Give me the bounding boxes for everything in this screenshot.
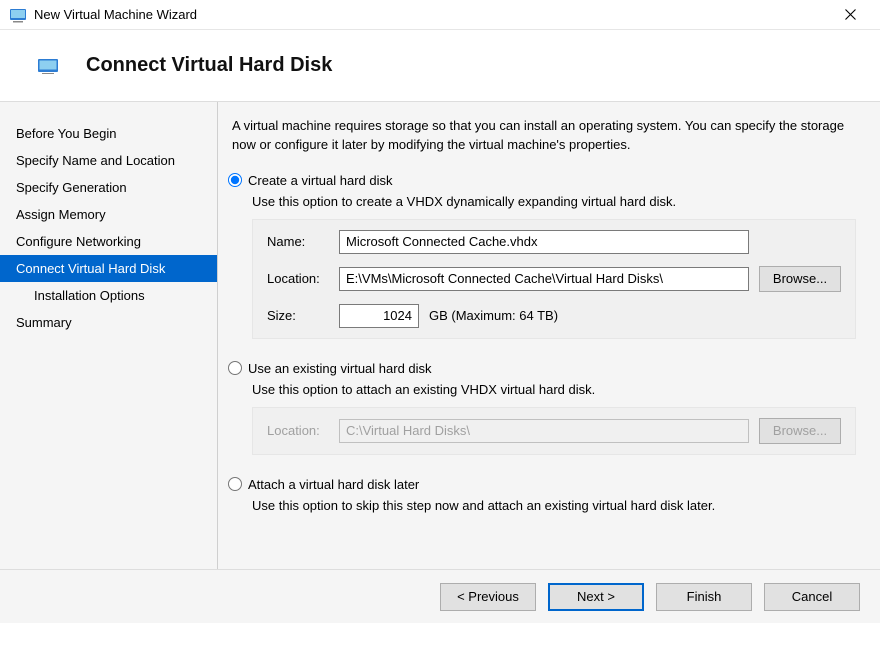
previous-button[interactable]: < Previous xyxy=(440,583,536,611)
step-summary[interactable]: Summary xyxy=(0,309,217,336)
cancel-button[interactable]: Cancel xyxy=(764,583,860,611)
radio-attach-later-label[interactable]: Attach a virtual hard disk later xyxy=(248,477,419,492)
existing-location-label: Location: xyxy=(267,423,329,438)
option-existing-vhd: Use an existing virtual hard disk Use th… xyxy=(228,361,856,455)
finish-button[interactable]: Finish xyxy=(656,583,752,611)
vhd-size-input[interactable] xyxy=(339,304,419,328)
step-specify-name[interactable]: Specify Name and Location xyxy=(0,147,217,174)
attach-later-desc: Use this option to skip this step now an… xyxy=(252,498,856,513)
page-title: Connect Virtual Hard Disk xyxy=(86,54,332,77)
step-connect-vhd[interactable]: Connect Virtual Hard Disk xyxy=(0,255,217,282)
browse-existing-button: Browse... xyxy=(759,418,841,444)
radio-create-vhd-label[interactable]: Create a virtual hard disk xyxy=(248,173,393,188)
radio-existing-vhd-label[interactable]: Use an existing virtual hard disk xyxy=(248,361,432,376)
step-specify-generation[interactable]: Specify Generation xyxy=(0,174,217,201)
wizard-header: Connect Virtual Hard Disk xyxy=(0,30,880,102)
size-suffix: GB (Maximum: 64 TB) xyxy=(429,308,558,323)
step-before-you-begin[interactable]: Before You Begin xyxy=(0,120,217,147)
existing-location-input xyxy=(339,419,749,443)
browse-location-button[interactable]: Browse... xyxy=(759,266,841,292)
vhd-location-input[interactable] xyxy=(339,267,749,291)
create-vhd-desc: Use this option to create a VHDX dynamic… xyxy=(252,194,856,209)
next-button[interactable]: Next > xyxy=(548,583,644,611)
close-button[interactable] xyxy=(830,0,870,30)
option-create-vhd: Create a virtual hard disk Use this opti… xyxy=(228,173,856,339)
radio-create-vhd[interactable] xyxy=(228,173,242,187)
radio-existing-vhd[interactable] xyxy=(228,361,242,375)
titlebar: New Virtual Machine Wizard xyxy=(0,0,880,30)
existing-vhd-desc: Use this option to attach an existing VH… xyxy=(252,382,856,397)
step-assign-memory[interactable]: Assign Memory xyxy=(0,201,217,228)
window-title: New Virtual Machine Wizard xyxy=(34,7,830,22)
wizard-steps-nav: Before You Begin Specify Name and Locati… xyxy=(0,102,217,569)
step-configure-networking[interactable]: Configure Networking xyxy=(0,228,217,255)
create-vhd-form: Name: Location: Browse... Size: GB (Maxi… xyxy=(252,219,856,339)
wizard-icon xyxy=(38,58,58,74)
existing-vhd-form: Location: Browse... xyxy=(252,407,856,455)
size-label: Size: xyxy=(267,308,329,323)
step-installation-options[interactable]: Installation Options xyxy=(0,282,217,309)
radio-attach-later[interactable] xyxy=(228,477,242,491)
wizard-footer: < Previous Next > Finish Cancel xyxy=(0,569,880,623)
location-label: Location: xyxy=(267,271,329,286)
app-icon xyxy=(10,7,26,23)
option-attach-later: Attach a virtual hard disk later Use thi… xyxy=(228,477,856,513)
vhd-name-input[interactable] xyxy=(339,230,749,254)
name-label: Name: xyxy=(267,234,329,249)
intro-text: A virtual machine requires storage so th… xyxy=(232,117,856,155)
wizard-main-panel: A virtual machine requires storage so th… xyxy=(217,102,880,569)
